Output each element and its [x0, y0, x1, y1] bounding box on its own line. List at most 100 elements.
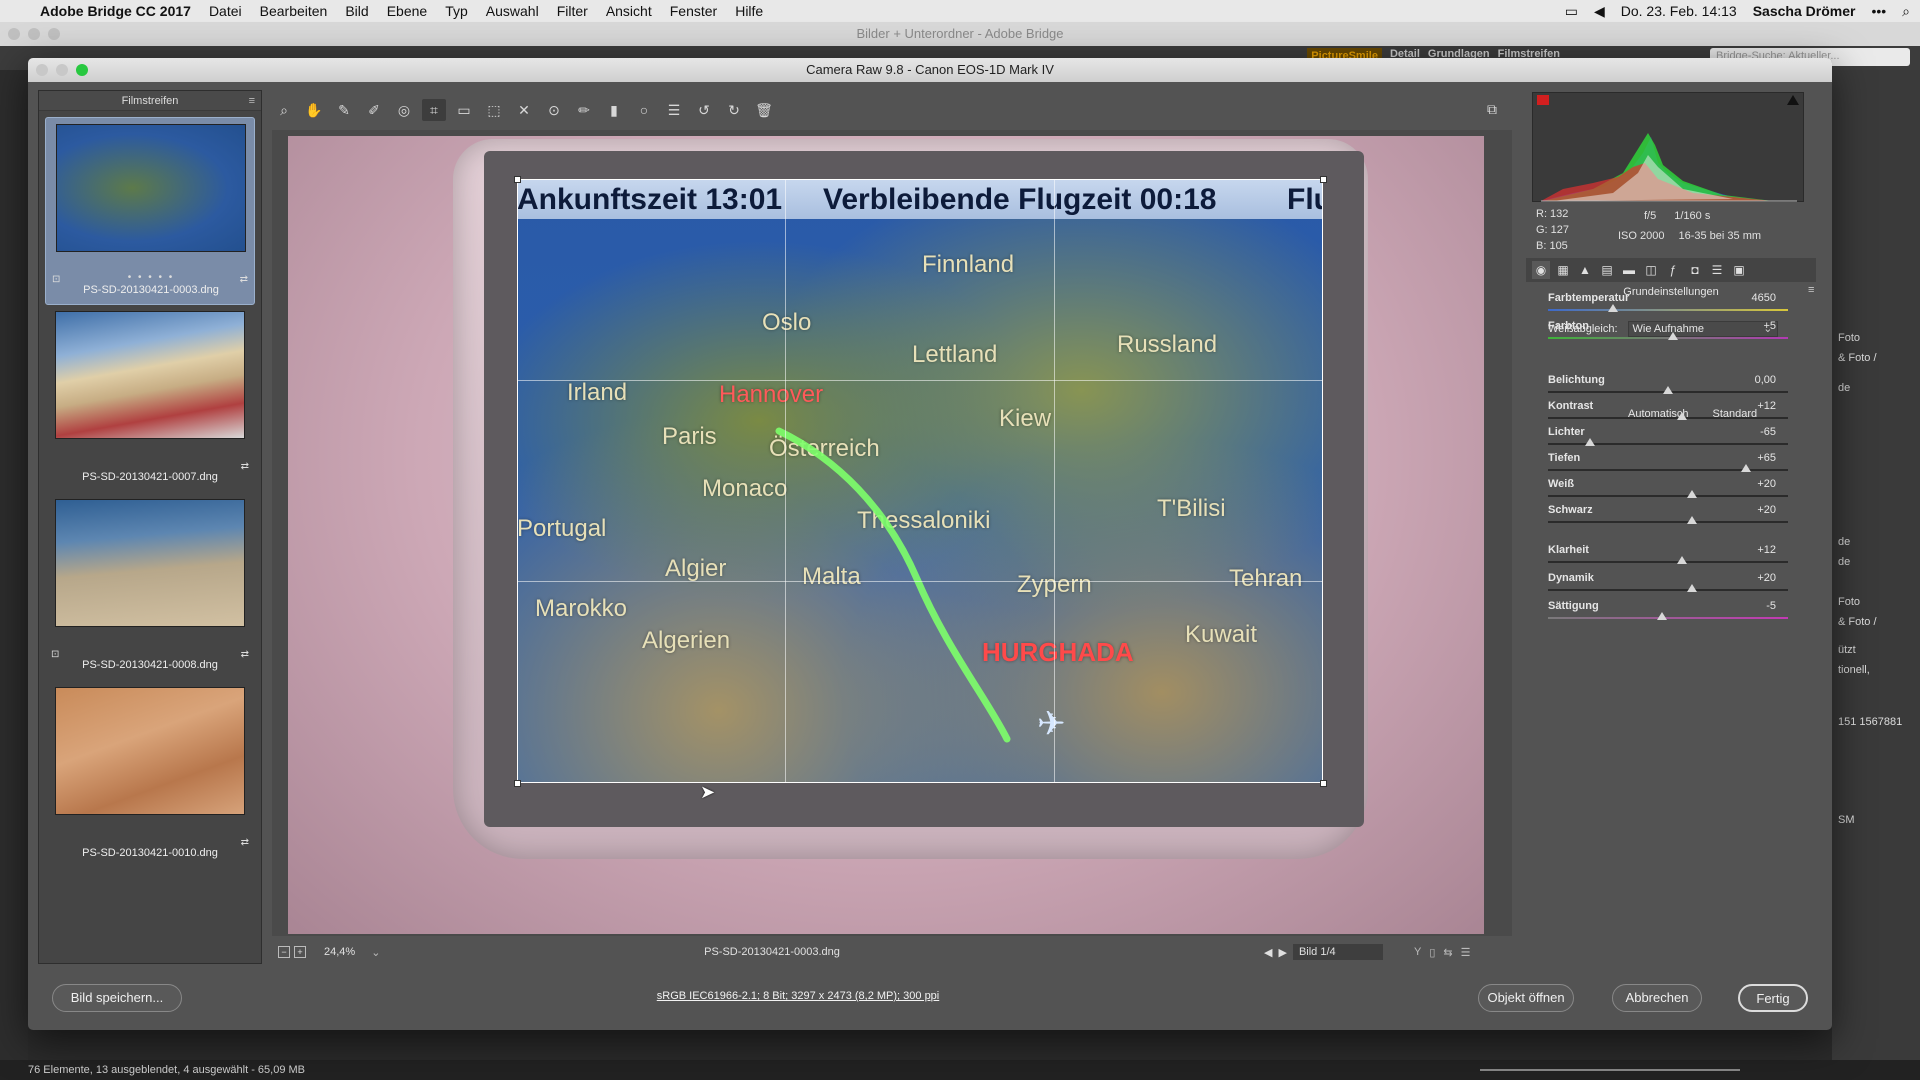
slider-track[interactable]	[1548, 469, 1788, 471]
workflow-options-link[interactable]: sRGB IEC61966-2.1; 8 Bit; 3297 x 2473 (8…	[528, 990, 1068, 1002]
white-balance-tool-icon[interactable]: ✎	[332, 99, 356, 121]
filmstrip-menu-icon[interactable]: ≡	[249, 91, 255, 111]
slider-thumb[interactable]	[1585, 438, 1595, 446]
slider-value[interactable]: +5	[1716, 320, 1776, 332]
menu-bild[interactable]: Bild	[345, 3, 368, 19]
swap-settings-icon[interactable]: ⇆	[1443, 946, 1452, 959]
menu-auswahl[interactable]: Auswahl	[486, 3, 539, 19]
cancel-button[interactable]: Abbrechen	[1612, 984, 1702, 1012]
effects-tab-icon[interactable]: ƒ	[1664, 261, 1682, 279]
toggle-view-icon[interactable]: ▯	[1429, 946, 1435, 959]
slider-track[interactable]	[1548, 495, 1788, 497]
straighten-tool-icon[interactable]: ▭	[452, 99, 476, 121]
slider-track[interactable]	[1548, 309, 1788, 311]
slider-value[interactable]: +20	[1716, 504, 1776, 516]
rotate-right-icon[interactable]: ↻	[722, 99, 746, 121]
slider-thumb[interactable]	[1607, 304, 1618, 312]
maximize-button[interactable]	[76, 64, 88, 76]
volume-icon[interactable]: ◀︎	[1594, 3, 1605, 20]
slider-track[interactable]	[1548, 589, 1788, 591]
user-name[interactable]: Sascha Drömer	[1753, 3, 1856, 19]
open-object-button[interactable]: Objekt öffnen	[1478, 984, 1574, 1012]
slider-value[interactable]: +20	[1716, 572, 1776, 584]
snapshots-tab-icon[interactable]: ▣	[1730, 261, 1748, 279]
menu-ebene[interactable]: Ebene	[387, 3, 427, 19]
close-button[interactable]	[36, 64, 48, 76]
slider-track[interactable]	[1548, 617, 1788, 619]
minimize-button[interactable]	[56, 64, 68, 76]
filmstrip-item[interactable]: ⇄ PS-SD-20130421-0010.dng	[45, 681, 255, 869]
preferences-icon[interactable]: ☰	[662, 99, 686, 121]
panel-menu-icon[interactable]: ≡	[1808, 284, 1814, 296]
clock[interactable]: Do. 23. Feb. 14:13	[1621, 3, 1737, 19]
slider-thumb[interactable]	[1667, 332, 1678, 340]
transform-tool-icon[interactable]: ⬚	[482, 99, 506, 121]
slider-thumb[interactable]	[1677, 412, 1688, 420]
basic-tab-icon[interactable]: ◉	[1532, 261, 1550, 279]
filmstrip-item[interactable]: ⊡ ⇄ PS-SD-20130421-0008.dng	[45, 493, 255, 681]
view-settings-icon[interactable]: ☰	[1461, 946, 1471, 959]
slider-track[interactable]	[1548, 443, 1788, 445]
slider-value[interactable]: 0,00	[1716, 374, 1776, 386]
preview-image[interactable]: Ankunftszeit 13:01 Verbleibende Flugzeit…	[288, 136, 1484, 934]
menu-ansicht[interactable]: Ansicht	[606, 3, 652, 19]
crop-handle-bottom-right[interactable]	[1320, 780, 1327, 787]
slider-thumb[interactable]	[1677, 556, 1688, 564]
slider-value[interactable]: -65	[1716, 426, 1776, 438]
crop-handle-top-left[interactable]	[514, 176, 521, 183]
menu-fenster[interactable]: Fenster	[670, 3, 717, 19]
menu-datei[interactable]: Datei	[209, 3, 242, 19]
done-button[interactable]: Fertig	[1738, 984, 1808, 1012]
presets-tab-icon[interactable]: ☰	[1708, 261, 1726, 279]
thumbnail-size-slider[interactable]	[1480, 1069, 1740, 1071]
slider-thumb[interactable]	[1663, 386, 1673, 394]
hsl-tab-icon[interactable]: ▤	[1598, 261, 1616, 279]
adjustment-brush-icon[interactable]: ✏	[572, 99, 596, 121]
rotate-left-icon[interactable]: ↺	[692, 99, 716, 121]
camera-calibration-tab-icon[interactable]: ◘	[1686, 261, 1704, 279]
bridge-minimize-button[interactable]	[28, 28, 40, 40]
red-eye-tool-icon[interactable]: ⊙	[542, 99, 566, 121]
split-toning-tab-icon[interactable]: ▬	[1620, 261, 1638, 279]
rating-dots[interactable]: • • • • •	[46, 272, 256, 283]
next-image-icon[interactable]: ▶	[1278, 946, 1286, 959]
detail-tab-icon[interactable]: ▲	[1576, 261, 1594, 279]
trash-icon[interactable]: 🗑	[752, 99, 776, 121]
slider-track[interactable]	[1548, 561, 1788, 563]
more-icon[interactable]: •••	[1871, 3, 1886, 19]
menu-bearbeiten[interactable]: Bearbeiten	[260, 3, 328, 19]
slider-track[interactable]	[1548, 521, 1788, 523]
slider-value[interactable]: 4650	[1716, 292, 1776, 304]
spotlight-search-icon[interactable]: ⌕	[1902, 3, 1910, 20]
slider-value[interactable]: -5	[1716, 600, 1776, 612]
menu-filter[interactable]: Filter	[557, 3, 588, 19]
slider-thumb[interactable]	[1687, 584, 1697, 592]
crop-handle-bottom-left[interactable]	[514, 780, 521, 787]
color-sampler-tool-icon[interactable]: ✐	[362, 99, 386, 121]
slider-thumb[interactable]	[1657, 612, 1667, 620]
save-image-button[interactable]: Bild speichern...	[52, 984, 182, 1012]
bridge-close-button[interactable]	[8, 28, 20, 40]
before-after-icon[interactable]: Y	[1414, 946, 1421, 959]
spot-removal-tool-icon[interactable]: ✕	[512, 99, 536, 121]
filmstrip-item[interactable]: • • • • • ⊡ ⇄ PS-SD-20130421-0003.dng	[45, 117, 255, 305]
tone-curve-tab-icon[interactable]: ▦	[1554, 261, 1572, 279]
crop-tool-icon[interactable]: ⌗	[422, 99, 446, 121]
lens-corrections-tab-icon[interactable]: ◫	[1642, 261, 1660, 279]
slider-thumb[interactable]	[1741, 464, 1751, 472]
slider-value[interactable]: +12	[1716, 544, 1776, 556]
fullscreen-toggle-icon[interactable]: ⧉	[1480, 98, 1504, 120]
slider-thumb[interactable]	[1687, 516, 1697, 524]
targeted-adjustment-tool-icon[interactable]: ◎	[392, 99, 416, 121]
filmstrip-item[interactable]: ⇄ PS-SD-20130421-0007.dng	[45, 305, 255, 493]
radial-filter-icon[interactable]: ○	[632, 99, 656, 121]
previous-image-icon[interactable]: ◀	[1264, 946, 1272, 959]
bridge-maximize-button[interactable]	[48, 28, 60, 40]
slider-value[interactable]: +12	[1716, 400, 1776, 412]
menu-typ[interactable]: Typ	[445, 3, 468, 19]
menu-hilfe[interactable]: Hilfe	[735, 3, 763, 19]
graduated-filter-icon[interactable]: ▮	[602, 99, 626, 121]
slider-value[interactable]: +20	[1716, 478, 1776, 490]
slider-track[interactable]	[1548, 417, 1788, 419]
zoom-tool-icon[interactable]: ⌕	[272, 99, 296, 121]
